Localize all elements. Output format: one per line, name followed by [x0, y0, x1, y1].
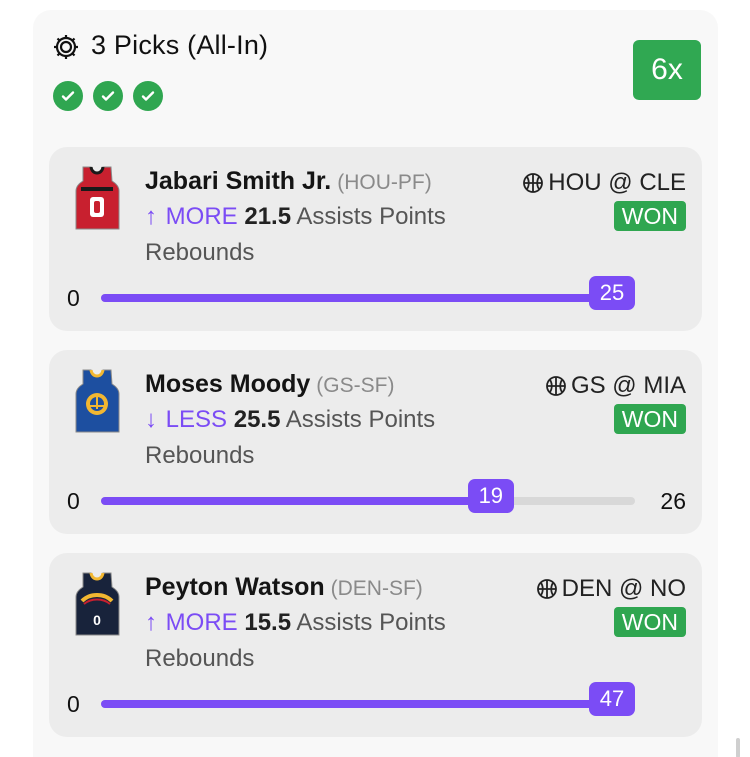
- direction: ↑ MORE: [145, 203, 238, 230]
- basketball-icon: [546, 376, 566, 396]
- projection-line: ↑ MORE 21.5 Assists Points Rebounds: [145, 199, 505, 271]
- team-position: (DEN-SF): [330, 577, 423, 600]
- payout-multiplier-badge: 6x: [633, 40, 701, 100]
- projection-line: ↑ MORE 15.5 Assists Points Rebounds: [145, 605, 505, 677]
- result-badge: WON: [613, 404, 686, 434]
- actual-value-pill: 25: [589, 276, 635, 310]
- matchup-text: GS @ MIA: [570, 372, 686, 399]
- progress-track: 47: [101, 682, 635, 716]
- player-name: Peyton Watson (DEN-SF): [145, 573, 423, 602]
- direction-label: MORE: [165, 609, 238, 636]
- check-circle-icon: [53, 81, 83, 111]
- bar-max-label: 26: [660, 488, 686, 514]
- direction-label: LESS: [165, 406, 228, 433]
- projection-line: ↓ LESS 25.5 Assists Points Rebounds: [145, 402, 505, 474]
- pick-card[interactable]: Moses Moody (GS-SF) GS @ MIA WON ↓ LESS 2…: [49, 350, 702, 534]
- player-name: Jabari Smith Jr. (HOU-PF): [145, 167, 432, 196]
- pick-card[interactable]: Jabari Smith Jr. (HOU-PF) HOU @ CLE WON ↑…: [49, 147, 702, 331]
- matchup-text: HOU @ CLE: [548, 169, 686, 196]
- bar-min-label: 0: [67, 488, 80, 514]
- nuggets-jersey-icon: 0: [75, 572, 120, 636]
- actual-value-pill: 19: [467, 479, 514, 513]
- check-circle-icon: [133, 81, 163, 111]
- player-name-text: Moses Moody: [145, 370, 311, 398]
- basketball-icon: [523, 173, 544, 193]
- actual-value-pill: 47: [589, 682, 635, 716]
- direction: ↓ LESS: [145, 406, 227, 433]
- game-matchup: GS @ MIA: [545, 372, 686, 400]
- arrow-down-icon: ↓: [145, 406, 157, 433]
- bar-min-label: 0: [67, 691, 80, 717]
- basketball-icon: [536, 579, 557, 599]
- matchup-text: DEN @ NO: [561, 575, 686, 602]
- game-matchup: HOU @ CLE: [522, 169, 686, 197]
- progress-fill: [101, 497, 491, 505]
- team-position: (GS-SF): [316, 374, 395, 397]
- result-checks: [53, 81, 163, 111]
- progress-fill: [101, 700, 635, 708]
- team-position: (HOU-PF): [337, 171, 432, 194]
- game-matchup: DEN @ NO: [536, 575, 686, 603]
- arrow-up-icon: ↑: [145, 203, 157, 230]
- player-name-text: Jabari Smith Jr.: [145, 167, 332, 195]
- player-name: Moses Moody (GS-SF): [145, 370, 394, 399]
- line-value: 25.5: [233, 406, 281, 433]
- warriors-jersey-icon: [75, 369, 120, 433]
- scrollbar[interactable]: [736, 738, 740, 757]
- check-circle-icon: [93, 81, 123, 111]
- result-badge: WON: [613, 201, 686, 231]
- direction-label: MORE: [165, 203, 238, 230]
- entry-title: 3 Picks (All-In): [91, 30, 269, 60]
- line-value: 21.5: [244, 203, 292, 230]
- player-name-text: Peyton Watson: [145, 573, 325, 601]
- arrow-up-icon: ↑: [145, 609, 157, 636]
- entry-header: 3 Picks (All-In) 6x: [51, 28, 701, 118]
- line-value: 15.5: [244, 609, 292, 636]
- direction: ↑ MORE: [145, 609, 238, 636]
- jersey-number: 0: [93, 612, 101, 628]
- entry-card[interactable]: 3 Picks (All-In) 6x Jabari Smith Jr. (HOU…: [33, 10, 718, 757]
- result-badge: WON: [613, 607, 686, 637]
- progress-track: 19: [101, 479, 635, 513]
- progress-fill: [101, 294, 635, 302]
- pick-card[interactable]: 0 Peyton Watson (DEN-SF) DEN @ NO WON ↑ M…: [49, 553, 702, 737]
- bar-min-label: 0: [67, 285, 80, 311]
- progress-track: 25: [101, 276, 635, 310]
- rockets-jersey-icon: [75, 166, 120, 230]
- gear-icon: [54, 35, 78, 59]
